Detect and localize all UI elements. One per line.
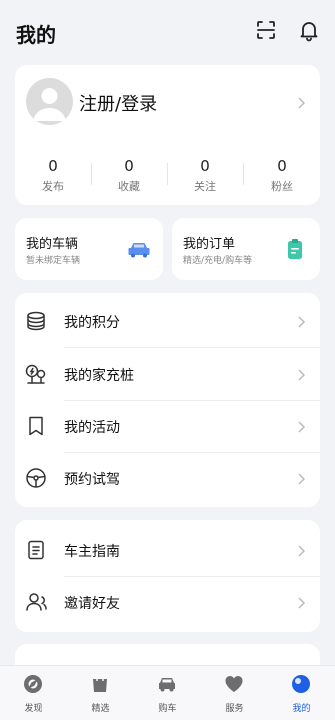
orders-card-subtitle: 精选/充电/购车等	[183, 256, 253, 266]
chevron-right-icon	[296, 543, 306, 557]
page-title: 我的	[16, 23, 56, 47]
menu-item-label: 我的家充桩	[64, 368, 134, 384]
chevron-right-icon	[296, 595, 306, 609]
top-bar: 我的	[0, 0, 335, 62]
menu-item-test-drive[interactable]: 预约试驾	[15, 452, 320, 504]
menu-item-label: 我的积分	[64, 315, 120, 331]
heart-icon	[225, 676, 243, 692]
tab-buy-car[interactable]: 购车	[134, 666, 201, 720]
chevron-right-icon	[296, 471, 306, 485]
menu-item-label: 车主指南	[64, 544, 120, 560]
bottom-tab-bar: 发现 精选 购车 服务 我的	[0, 665, 335, 720]
bell-icon[interactable]	[297, 18, 321, 42]
menu-item-label: 我的活动	[64, 420, 120, 436]
shopping-bag-icon	[93, 674, 107, 692]
menu-item-invite-friends[interactable]: 邀请好友	[15, 576, 320, 628]
vehicle-card-title: 我的车辆	[26, 237, 79, 252]
menu-item-activities[interactable]: 我的活动	[15, 400, 320, 452]
car-icon	[127, 240, 151, 262]
tab-label: 我的	[292, 704, 311, 714]
menu-item-owner-guide[interactable]: 车主指南	[15, 524, 320, 576]
tab-label: 购车	[158, 704, 177, 714]
login-link[interactable]: 注册/登录	[79, 90, 157, 116]
scan-icon[interactable]	[254, 18, 278, 42]
stat-favorites[interactable]: 0 收藏	[91, 157, 167, 194]
charger-icon	[25, 363, 47, 385]
steering-wheel-icon	[25, 467, 47, 489]
orders-card-title: 我的订单	[183, 237, 236, 252]
bookmark-icon	[25, 415, 47, 437]
avatar[interactable]	[26, 78, 73, 125]
tab-label: 发现	[24, 704, 43, 714]
stat-value: 0	[124, 157, 134, 175]
stat-label: 发布	[42, 180, 64, 193]
menu-item-points[interactable]: 我的积分	[15, 295, 320, 347]
vehicle-card-subtitle: 暂未绑定车辆	[26, 256, 81, 266]
tab-label: 精选	[91, 704, 110, 714]
menu-item-home-charger[interactable]: 我的家充桩	[15, 348, 320, 400]
stat-value: 0	[48, 157, 58, 175]
order-icon	[287, 238, 303, 264]
tab-label: 服务	[225, 704, 244, 714]
my-vehicle-card[interactable]: 我的车辆 暂未绑定车辆	[15, 218, 163, 280]
chevron-right-icon	[296, 367, 306, 381]
chevron-right-icon	[296, 314, 306, 328]
stat-label: 关注	[194, 180, 216, 193]
coins-icon	[25, 310, 47, 332]
tab-service[interactable]: 服务	[201, 666, 268, 720]
profile-tab-icon	[292, 675, 310, 693]
chevron-right-icon[interactable]	[296, 95, 306, 109]
my-orders-card[interactable]: 我的订单 精选/充电/购车等	[172, 218, 320, 280]
stat-value: 0	[277, 157, 287, 175]
stat-label: 粉丝	[271, 180, 293, 193]
discover-icon	[24, 675, 42, 693]
stat-value: 0	[200, 157, 210, 175]
profile-card: 注册/登录 0 发布 0 收藏 0 关注 0 粉丝	[15, 65, 320, 205]
stat-following[interactable]: 0 关注	[167, 157, 243, 194]
car-icon	[159, 678, 175, 692]
stat-fans[interactable]: 0 粉丝	[244, 157, 320, 194]
menu-card-primary: 我的积分 我的家充桩 我的活动 预约试驾	[15, 293, 320, 507]
document-icon	[25, 539, 47, 561]
menu-item-label: 预约试驾	[64, 472, 120, 488]
tab-mine[interactable]: 我的	[268, 666, 335, 720]
stat-posts[interactable]: 0 发布	[15, 157, 91, 194]
tab-discover[interactable]: 发现	[0, 666, 67, 720]
menu-card-secondary: 车主指南 邀请好友	[15, 520, 320, 632]
menu-item-label: 邀请好友	[64, 596, 120, 612]
invite-user-icon	[25, 591, 47, 613]
tab-featured[interactable]: 精选	[67, 666, 134, 720]
chevron-right-icon	[296, 419, 306, 433]
stat-label: 收藏	[118, 180, 140, 193]
